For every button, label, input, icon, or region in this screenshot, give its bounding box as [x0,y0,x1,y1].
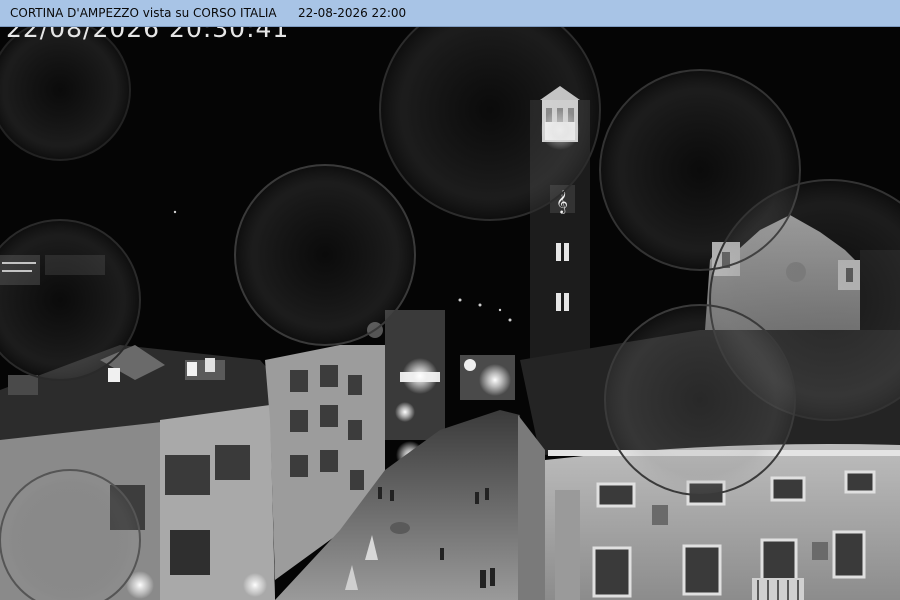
street-end-lights [460,355,515,400]
webcam-image: 𝄞 [0,0,900,600]
header-bar: CORTINA D'AMPEZZO vista su CORSO ITALIA … [0,0,900,27]
webcam-datetime: 22-08-2026 22:00 [298,6,407,20]
webcam-title: CORTINA D'AMPEZZO vista su CORSO ITALIA [10,6,277,20]
